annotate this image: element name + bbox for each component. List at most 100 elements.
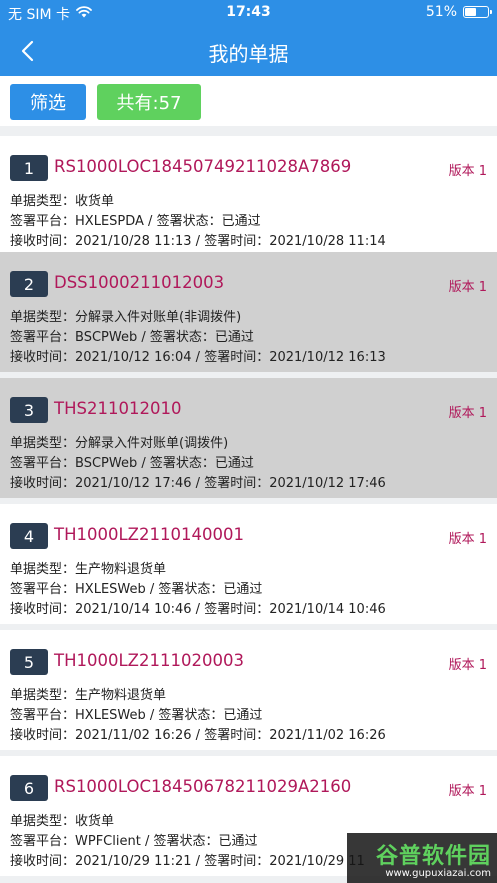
type-value: 生产物料退货单 — [75, 562, 167, 577]
time-line: 接收时间：2021/10/29 11:21 / 签署时间：2021/10/29 … — [10, 850, 365, 869]
type-value: 分解录入件对账单(非调拨件) — [75, 310, 242, 325]
item-index-badge: 2 — [10, 271, 48, 297]
document-code: DSS1000211012003 — [54, 273, 225, 292]
document-type-line: 单据类型：分解录入件对账单(调拨件) — [10, 432, 228, 451]
version-label: 版本 1 — [448, 164, 487, 179]
type-label: 单据类型： — [10, 194, 76, 209]
receive-time-value: 2021/10/12 16:04 — [75, 350, 192, 365]
receive-time-label: 接收时间： — [10, 350, 76, 365]
type-value: 收货单 — [75, 194, 115, 209]
sign-status-label: 签署状态： — [156, 214, 222, 229]
receive-time-label: 接收时间： — [10, 602, 76, 617]
battery-percent: 51% — [425, 4, 457, 20]
sign-time-label: 签署时间： — [204, 728, 270, 743]
separator: / — [137, 456, 150, 471]
list-item[interactable]: 1 RS1000LOC18450749211028A7869 版本 1 单据类型：收货… — [0, 136, 497, 256]
total-count-button[interactable]: 共有:57 — [97, 84, 201, 120]
type-value: 生产物料退货单 — [75, 688, 167, 703]
document-type-line: 单据类型：收货单 — [10, 190, 114, 209]
watermark-url: www.gupuxiazai.com — [385, 867, 491, 879]
sign-status-value: 已通过 — [223, 708, 263, 723]
platform-line: 签署平台：HXLESWeb / 签署状态：已通过 — [10, 704, 262, 723]
sign-status-value: 已通过 — [221, 214, 261, 229]
platform-line: 签署平台：HXLESWeb / 签署状态：已通过 — [10, 578, 262, 597]
platform-label: 签署平台： — [10, 834, 76, 849]
time-line: 接收时间：2021/10/12 16:04 / 签署时间：2021/10/12 … — [10, 346, 386, 365]
status-right: 51% — [425, 4, 492, 20]
filter-button[interactable]: 筛选 — [10, 84, 86, 120]
watermark-logo: 谷普软件园 — [375, 843, 491, 869]
sign-status-value: 已通过 — [214, 330, 254, 345]
version-label: 版本 1 — [448, 280, 487, 295]
sign-status-label: 签署状态： — [158, 582, 224, 597]
battery-level — [465, 8, 476, 16]
separator: / — [137, 330, 150, 345]
sign-time-label: 签署时间： — [204, 234, 270, 249]
sign-status-label: 签署状态： — [149, 330, 215, 345]
platform-value: BSCPWeb — [75, 330, 138, 345]
item-index-badge: 4 — [10, 523, 48, 549]
sign-time-value: 2021/10/14 10:46 — [269, 602, 386, 617]
sign-time-label: 签署时间： — [204, 350, 270, 365]
time-line: 接收时间：2021/10/28 11:13 / 签署时间：2021/10/28 … — [10, 230, 386, 249]
battery-icon — [463, 6, 492, 18]
list-item[interactable]: 2 DSS1000211012003 版本 1 单据类型：分解录入件对账单(非调拨件)… — [0, 252, 497, 372]
platform-line: 签署平台：WPFClient / 签署状态：已通过 — [10, 830, 258, 849]
separator: / — [191, 476, 205, 491]
item-index-badge: 6 — [10, 775, 48, 801]
platform-label: 签署平台： — [10, 708, 76, 723]
separator: / — [191, 350, 205, 365]
platform-value: WPFClient — [75, 834, 141, 849]
sign-time-label: 签署时间： — [204, 854, 270, 869]
list-item[interactable]: 4 TH1000LZ2110140001 版本 1 单据类型：生产物料退货单 签署平台：… — [0, 504, 497, 624]
platform-label: 签署平台： — [10, 456, 76, 471]
receive-time-label: 接收时间： — [10, 476, 76, 491]
clock: 17:43 — [226, 4, 271, 20]
item-index-badge: 1 — [10, 155, 48, 181]
type-label: 单据类型： — [10, 436, 76, 451]
document-type-line: 单据类型：生产物料退货单 — [10, 558, 166, 577]
watermark: 谷普软件园 www.gupuxiazai.com — [347, 833, 497, 883]
separator: / — [191, 854, 205, 869]
type-value: 分解录入件对账单(调拨件) — [75, 436, 229, 451]
list-item[interactable]: 3 THS211012010 版本 1 单据类型：分解录入件对账单(调拨件) 签署平台：… — [0, 378, 497, 498]
sign-time-value: 2021/10/28 11:14 — [269, 234, 386, 249]
document-type-line: 单据类型：分解录入件对账单(非调拨件) — [10, 306, 241, 325]
time-line: 接收时间：2021/11/02 16:26 / 签署时间：2021/11/02 … — [10, 724, 386, 743]
sign-status-label: 签署状态： — [158, 708, 224, 723]
receive-time-value: 2021/10/28 11:13 — [75, 234, 192, 249]
document-type-line: 单据类型：收货单 — [10, 810, 114, 829]
receive-time-value: 2021/10/12 17:46 — [75, 476, 192, 491]
platform-label: 签署平台： — [10, 582, 76, 597]
sign-time-label: 签署时间： — [204, 602, 270, 617]
separator: / — [191, 728, 205, 743]
separator: / — [191, 602, 205, 617]
sign-time-value: 2021/10/12 16:13 — [269, 350, 386, 365]
list-item[interactable]: 5 TH1000LZ2111020003 版本 1 单据类型：生产物料退货单 签署平台：… — [0, 630, 497, 750]
separator: / — [145, 582, 159, 597]
type-label: 单据类型： — [10, 688, 76, 703]
document-code: THS211012010 — [54, 399, 182, 418]
receive-time-label: 接收时间： — [10, 728, 76, 743]
sign-status-label: 签署状态： — [149, 456, 215, 471]
document-type-line: 单据类型：生产物料退货单 — [10, 684, 166, 703]
platform-value: BSCPWeb — [75, 456, 138, 471]
nav-bar: 我的单据 — [0, 26, 497, 76]
item-index-badge: 3 — [10, 397, 48, 423]
receive-time-value: 2021/10/29 11:21 — [75, 854, 192, 869]
version-label: 版本 1 — [448, 406, 487, 421]
type-label: 单据类型： — [10, 562, 76, 577]
document-code: TH1000LZ2110140001 — [54, 525, 244, 544]
sign-time-value: 2021/11/02 16:26 — [269, 728, 386, 743]
page-title: 我的单据 — [208, 42, 289, 66]
receive-time-value: 2021/10/14 10:46 — [75, 602, 192, 617]
type-label: 单据类型： — [10, 814, 76, 829]
platform-value: HXLESWeb — [75, 708, 146, 723]
item-index-badge: 5 — [10, 649, 48, 675]
document-code: TH1000LZ2111020003 — [54, 651, 244, 670]
version-label: 版本 1 — [448, 658, 487, 673]
sign-time-label: 签署时间： — [204, 476, 270, 491]
platform-line: 签署平台：BSCPWeb / 签署状态：已通过 — [10, 326, 254, 345]
receive-time-label: 接收时间： — [10, 234, 76, 249]
sign-status-value: 已通过 — [223, 582, 263, 597]
